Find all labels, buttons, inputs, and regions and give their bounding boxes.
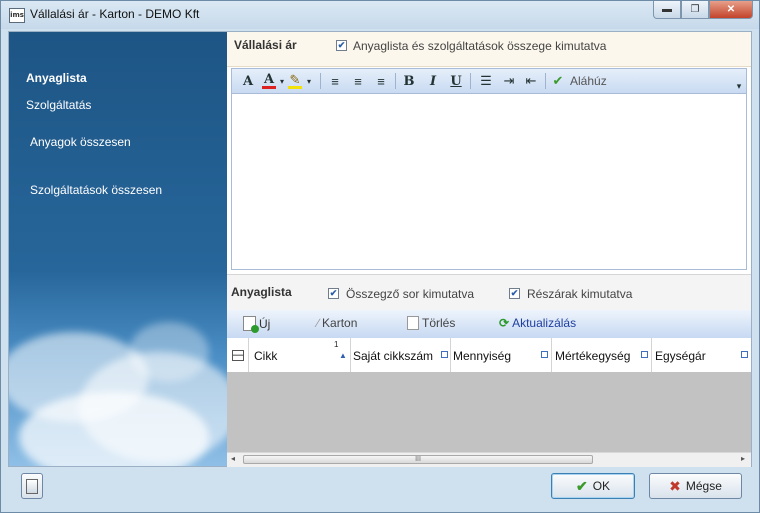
column-header-sajat-cikkszam[interactable]: Saját cikkszám (351, 338, 451, 372)
rich-text-editor[interactable] (231, 94, 747, 270)
sidebar-item-anyaglista[interactable]: Anyaglista (26, 71, 87, 85)
document-icon (26, 478, 38, 494)
font-icon[interactable]: A (241, 73, 255, 89)
column-filter-icon[interactable] (441, 351, 448, 358)
price-summary-label: Anyaglista és szolgáltatások összege kim… (353, 39, 607, 53)
new-button[interactable]: Új (243, 316, 271, 333)
restore-icon[interactable]: ❐ (681, 1, 709, 19)
toolbar-options-icon[interactable]: ▾ (734, 81, 744, 91)
font-color-icon[interactable]: A (262, 72, 276, 89)
highlight-dropdown-icon[interactable]: ▾ (305, 73, 313, 89)
sidebar-item-szolgaltatas[interactable]: Szolgáltatás (26, 98, 91, 112)
ok-button-label: OK (592, 479, 611, 493)
column-label-egysegar: Egységár (655, 349, 706, 363)
refresh-button-label: Aktualizálás (512, 316, 577, 330)
card-button[interactable]: ∕ Karton (317, 316, 357, 330)
outdent-icon[interactable]: ⇤ (523, 73, 539, 89)
column-label-sajat-cikkszam: Saját cikkszám (353, 349, 434, 363)
print-button[interactable] (21, 473, 43, 499)
delete-document-icon (407, 316, 419, 330)
summary-row-checkbox[interactable]: ✔ (328, 288, 339, 299)
column-filter-icon[interactable] (541, 351, 548, 358)
check-icon: ✔ (575, 477, 588, 494)
app-icon: ims (9, 8, 25, 23)
new-document-icon (243, 316, 259, 333)
column-label-mertekegyseg: Mértékegység (555, 349, 631, 363)
align-center-icon[interactable]: ≡ (350, 73, 366, 89)
scroll-right-icon[interactable]: ▸ (741, 454, 745, 463)
pencil-icon: ∕ (317, 316, 320, 330)
editor-toolbar: A A ▾ ✎ ▾ ≡ ≡ ≡ B I U ☰ ⇥ ⇤ ✔ Aláhúz ▾ (231, 68, 747, 94)
sidebar: Anyaglista Szolgáltatás Anyagok összesen… (9, 32, 227, 466)
cancel-icon: ✖ (669, 477, 681, 494)
price-section-header: Vállalási ár ✔ Anyaglista és szolgáltatá… (227, 32, 751, 67)
scrollbar-thumb[interactable]: III (243, 455, 593, 464)
partial-prices-label: Részárak kimutatva (527, 287, 633, 301)
grid-menu-icon (232, 350, 244, 361)
sidebar-item-anyagok-osszesen[interactable]: Anyagok összesen (30, 135, 131, 149)
material-section-header: Anyaglista ✔ Összegző sor kimutatva ✔ Ré… (227, 274, 751, 311)
client-area: Anyaglista Szolgáltatás Anyagok összesen… (8, 31, 752, 467)
title-bar[interactable]: ims Vállalási ár - Karton - DEMO Kft ▬ ❐… (1, 1, 759, 29)
delete-button[interactable]: Törlés (407, 316, 455, 330)
ok-button[interactable]: ✔ OK (551, 473, 635, 499)
grid-header: Cikk 1 ▲ Saját cikkszám Mennyiség Mérték… (227, 338, 751, 373)
cancel-button[interactable]: ✖ Mégse (649, 473, 742, 499)
column-label-cikk: Cikk (254, 349, 278, 363)
minimize-icon[interactable]: ▬ (653, 1, 681, 19)
refresh-button[interactable]: ⟳ Aktualizálás (499, 316, 576, 330)
close-icon[interactable]: ✕ (709, 1, 753, 19)
signature-button[interactable]: Aláhúz (570, 73, 607, 89)
align-left-icon[interactable]: ≡ (327, 73, 343, 89)
column-header-egysegar[interactable]: Egységár (652, 338, 751, 372)
price-section-title: Vállalási ár (234, 38, 297, 52)
dialog-footer: ✔ OK ✖ Mégse (8, 469, 752, 507)
scroll-left-icon[interactable]: ◂ (231, 454, 235, 463)
column-filter-icon[interactable] (641, 351, 648, 358)
underline-icon[interactable]: U (449, 73, 463, 89)
highlight-icon[interactable]: ✎ (288, 72, 302, 89)
delete-button-label: Törlés (422, 316, 456, 330)
material-section-title: Anyaglista (231, 285, 292, 299)
main-panel: Vállalási ár ✔ Anyaglista és szolgáltatá… (227, 32, 751, 467)
price-summary-checkbox[interactable]: ✔ (336, 40, 347, 51)
horizontal-scrollbar[interactable]: ◂ III ▸ (227, 452, 751, 467)
bullets-icon[interactable]: ☰ (478, 73, 494, 89)
dialog-window: ims Vállalási ár - Karton - DEMO Kft ▬ ❐… (0, 0, 760, 513)
grid-toolbar: Új ∕ Karton Törlés ⟳ Aktualizálás (227, 310, 751, 339)
sort-index: 1 (334, 340, 339, 349)
column-label-mennyiseg: Mennyiség (453, 349, 512, 363)
card-button-label: Karton (322, 316, 358, 330)
check-icon[interactable]: ✔ (550, 73, 566, 89)
align-right-icon[interactable]: ≡ (373, 73, 389, 89)
bold-icon[interactable]: B (402, 73, 416, 89)
row-selector-header[interactable] (227, 338, 249, 372)
column-header-mennyiseg[interactable]: Mennyiség (451, 338, 552, 372)
new-button-label: Új (259, 316, 271, 331)
font-color-dropdown-icon[interactable]: ▾ (278, 73, 286, 89)
italic-icon[interactable]: I (426, 73, 440, 89)
partial-prices-checkbox[interactable]: ✔ (509, 288, 520, 299)
summary-row-label: Összegző sor kimutatva (346, 287, 475, 301)
window-title: Vállalási ár - Karton - DEMO Kft (30, 7, 200, 21)
cancel-button-label: Mégse (685, 479, 722, 493)
indent-icon[interactable]: ⇥ (501, 73, 517, 89)
sort-ascending-icon: ▲ (339, 351, 347, 360)
sidebar-item-szolgaltatasok-osszesen[interactable]: Szolgáltatások összesen (30, 183, 162, 197)
grid-body[interactable] (227, 372, 751, 452)
column-header-cikk[interactable]: Cikk 1 ▲ (249, 338, 351, 372)
refresh-icon: ⟳ (499, 316, 510, 330)
column-filter-icon[interactable] (741, 351, 748, 358)
column-header-mertekegyseg[interactable]: Mértékegység (552, 338, 652, 372)
